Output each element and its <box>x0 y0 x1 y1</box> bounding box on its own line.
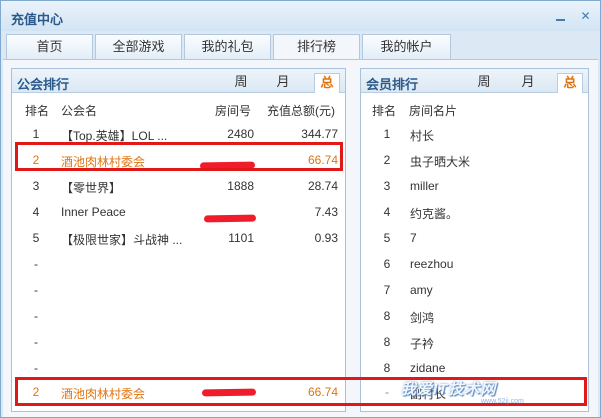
close-icon[interactable]: ✕ <box>579 10 592 23</box>
guild-name-cell: 【零世界】 <box>61 181 122 195</box>
member-name-cell: reezhou <box>410 257 454 271</box>
window-title: 充值中心 <box>11 12 64 27</box>
minimize-icon[interactable] <box>554 10 567 23</box>
rank-cell: 2 <box>383 153 391 167</box>
member-name-cell: amy <box>410 283 433 297</box>
rank-cell: - <box>34 309 38 323</box>
rank-cell: 5 <box>32 231 40 245</box>
rank-cell: 1 <box>32 127 40 141</box>
col-header-total: 充值总额(元) <box>267 104 335 118</box>
member-name-cell: 子衿 <box>410 337 435 351</box>
member-name-cell: 7 <box>410 231 417 245</box>
content-area: 公会排行 周 月 总 排名 公会名 房间号 充值总额(元) 1 【Top.英雄】L… <box>3 59 598 417</box>
watermark-text: 我爱IT技术网 <box>401 381 497 398</box>
room-cell: 1888 <box>227 179 254 193</box>
tab-rankings[interactable]: 排行榜 <box>273 34 360 60</box>
member-name-cell: 村长 <box>410 129 435 143</box>
total-cell: 0.93 <box>314 231 338 245</box>
panel-title: 会员排行 <box>366 77 419 92</box>
rank-cell: - <box>34 257 38 271</box>
period-tab-month[interactable]: 月 <box>515 73 541 93</box>
tab-home[interactable]: 首页 <box>6 34 93 59</box>
recharge-center-window: 充值中心 ✕ 首页 全部游戏 我的礼包 排行榜 我的帐户 公会排行 周 月 总 … <box>0 0 601 418</box>
total-cell: 28.74 <box>307 179 338 193</box>
period-tab-total[interactable]: 总 <box>314 73 340 93</box>
rank-cell: 8 <box>383 309 391 323</box>
total-cell: 7.43 <box>314 205 338 219</box>
guild-name-cell: 【极限世家】斗战神 ... <box>61 233 183 247</box>
period-tab-total[interactable]: 总 <box>557 73 583 93</box>
rank-cell: 3 <box>32 179 40 193</box>
member-ranking-panel: 会员排行 周 月 总 排名 房间名片 1 村长 2 虫子晒大米 3 miller 4 约克酱。… <box>360 68 589 412</box>
rank-cell: 4 <box>32 205 40 219</box>
member-name-cell: 虫子晒大米 <box>410 155 471 169</box>
rank-cell: - <box>34 361 38 375</box>
rank-cell: 7 <box>383 283 391 297</box>
rank-cell: 6 <box>383 257 391 271</box>
member-name-cell: zidane <box>410 361 446 375</box>
col-header-room-card: 房间名片 <box>409 104 458 118</box>
rank-cell: 1 <box>383 127 391 141</box>
member-name-cell: 约克酱。 <box>410 207 459 221</box>
guild-ranking-panel: 公会排行 周 月 总 排名 公会名 房间号 充值总额(元) 1 【Top.英雄】L… <box>11 68 346 412</box>
panel-header: 公会排行 周 月 总 <box>12 69 345 93</box>
member-name-cell: 剑鸿 <box>410 311 435 325</box>
total-cell: 344.77 <box>301 127 338 141</box>
rank-cell: 5 <box>383 231 391 245</box>
panel-title: 公会排行 <box>17 77 70 92</box>
col-header-rank: 排名 <box>372 104 397 118</box>
tab-my-account[interactable]: 我的帐户 <box>362 34 451 59</box>
room-cell: 2480 <box>227 127 254 141</box>
watermark-url: www.52ij.com <box>481 398 524 405</box>
period-tab-week[interactable]: 周 <box>471 73 497 93</box>
rank-cell: 3 <box>383 179 391 193</box>
title-bar: 充值中心 ✕ <box>1 1 600 31</box>
rank-cell: - <box>34 283 38 297</box>
rank-cell: 8 <box>383 335 391 349</box>
tab-my-gifts[interactable]: 我的礼包 <box>184 34 271 59</box>
period-tab-week[interactable]: 周 <box>228 73 254 93</box>
col-header-rank: 排名 <box>25 104 50 118</box>
room-cell: 1101 <box>228 231 254 245</box>
annotation-box <box>15 142 343 171</box>
member-name-cell: miller <box>410 179 439 193</box>
period-tab-month[interactable]: 月 <box>270 73 296 93</box>
col-header-guild-name: 公会名 <box>61 104 98 118</box>
col-header-room: 房间号 <box>215 104 252 118</box>
rank-cell: - <box>34 335 38 349</box>
rank-cell: 4 <box>383 205 391 219</box>
tab-all-games[interactable]: 全部游戏 <box>95 34 182 59</box>
rank-cell: 8 <box>383 361 391 375</box>
panel-header: 会员排行 周 月 总 <box>361 69 588 93</box>
redaction-mark <box>203 214 257 223</box>
guild-name-cell: Inner Peace <box>61 205 126 219</box>
